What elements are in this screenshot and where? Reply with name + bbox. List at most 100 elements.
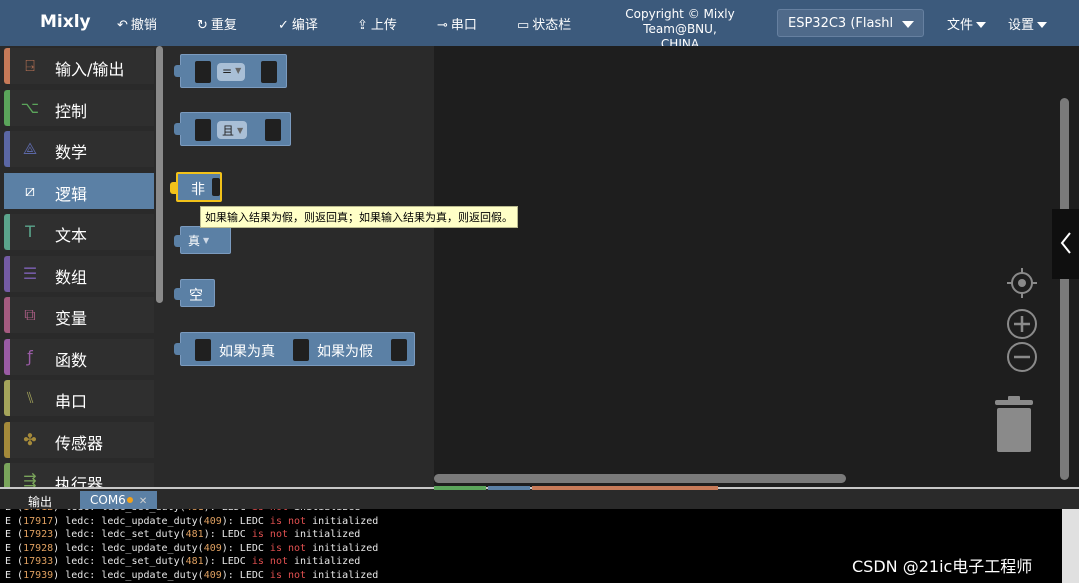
console-text-kw: is not bbox=[252, 509, 288, 513]
console-text-mid: ) ledc: ledc_update_duty( bbox=[53, 570, 204, 581]
chevron-left-icon bbox=[1060, 232, 1071, 254]
value-input-slot bbox=[212, 178, 220, 196]
console-text-post: ): LEDC bbox=[203, 529, 252, 541]
copyright-line-1: Copyright © Mixly Team@BNU, bbox=[625, 7, 735, 36]
sensor-icon: ✤ bbox=[23, 429, 37, 449]
value-input-slot bbox=[293, 339, 309, 361]
logic-negate-block[interactable]: 非 bbox=[170, 172, 222, 202]
list-icon: ☰ bbox=[22, 263, 38, 283]
console-text-line: 481 bbox=[186, 509, 204, 513]
category-item[interactable]: ⧉ 变量 bbox=[4, 297, 154, 333]
category-item[interactable]: T 文本 bbox=[4, 214, 154, 250]
workspace-vertical-scrollbar[interactable] bbox=[1060, 98, 1069, 480]
serial-icon: ⑊ bbox=[25, 388, 35, 407]
upload-button[interactable]: ⇪ 上传 bbox=[357, 14, 397, 33]
settings-menu[interactable]: 设置 bbox=[1008, 14, 1048, 33]
boolean-dropdown[interactable]: 真 ▼ bbox=[185, 231, 214, 249]
status-strip-blue bbox=[488, 486, 530, 490]
block-output-tab bbox=[170, 182, 177, 194]
settings-menu-label: 设置 bbox=[1008, 18, 1035, 33]
tab-output[interactable]: 输出 bbox=[18, 491, 63, 509]
blockly-workspace[interactable]: ⍈ 输入/输出 ⌥ 控制 ⟁ 数学 ⧄ 逻辑 T 文本 ☰ 数组 ⧉ 变量 ƒ 函数 ⑊ 串口 ✤ 传感器 ⇶ 执行器 =… bbox=[0, 46, 1079, 499]
close-icon[interactable]: ✕ bbox=[139, 496, 147, 507]
category-item[interactable]: ⑊ 串口 bbox=[4, 380, 154, 416]
input-output-icon: ⍈ bbox=[25, 56, 35, 75]
logic-operator-dropdown[interactable]: 且 ▼ bbox=[217, 121, 248, 139]
console-text-end: initialized bbox=[306, 542, 379, 554]
top-toolbar: Mixly ↶ 撤销 ↻ 重复 ✓ 编译 ⇪ 上传 ⊸ 串口 ▭ 状态栏 Copyright… bbox=[0, 0, 1079, 51]
console-scrollbar[interactable] bbox=[1062, 509, 1079, 583]
console-text-kw: is not bbox=[251, 556, 288, 568]
recenter-icon[interactable] bbox=[1006, 267, 1038, 299]
category-item[interactable]: ƒ 函数 bbox=[4, 338, 154, 375]
console-text-mid: ) ledc: ledc_set_duty( bbox=[53, 509, 185, 513]
console-text-num: 17939 bbox=[23, 570, 54, 581]
block-flyout: = ▼ 且 ▼ 非 真 ▼ 空 如果为真 如果为假 bbox=[164, 46, 434, 487]
serial-button[interactable]: ⊸ 串口 bbox=[437, 14, 477, 33]
category-label: 变量 bbox=[55, 309, 88, 328]
console-text-prefix: E ( bbox=[5, 509, 23, 513]
board-selector[interactable]: ESP32C3 (Flashl bbox=[777, 9, 924, 37]
category-item[interactable]: ⌥ 控制 bbox=[4, 89, 154, 126]
statusbar-button[interactable]: ▭ 状态栏 bbox=[517, 14, 571, 33]
logic-null-block[interactable]: 空 bbox=[174, 279, 215, 307]
category-item[interactable]: ⍈ 输入/输出 bbox=[4, 48, 154, 84]
board-selector-value: ESP32C3 (Flashl bbox=[788, 16, 894, 31]
category-color-stripe bbox=[4, 172, 10, 209]
console-line: E (17928) ledc: ledc_update_duty(409): L… bbox=[5, 543, 378, 554]
undo-label: 撤销 bbox=[130, 18, 157, 33]
category-item[interactable]: ⧄ 逻辑 bbox=[4, 172, 154, 209]
redo-icon: ↻ bbox=[197, 18, 208, 33]
category-label: 传感器 bbox=[55, 433, 104, 453]
console-text-mid: ) ledc: ledc_update_duty( bbox=[53, 515, 204, 527]
workspace-horizontal-scrollbar[interactable] bbox=[434, 474, 846, 483]
compare-operator-dropdown[interactable]: = ▼ bbox=[217, 63, 246, 81]
category-color-stripe bbox=[4, 214, 10, 250]
logic-compare-block[interactable]: = ▼ bbox=[174, 54, 287, 88]
serial-label: 串口 bbox=[450, 18, 477, 33]
logic-operation-block[interactable]: 且 ▼ bbox=[174, 112, 291, 146]
redo-button[interactable]: ↻ 重复 bbox=[197, 14, 237, 33]
tab-com-port[interactable]: COM6 ✕ bbox=[80, 491, 158, 509]
category-item[interactable]: ⟁ 数学 bbox=[4, 131, 154, 167]
tab-com-port-label: COM6 bbox=[90, 493, 126, 507]
category-color-stripe bbox=[4, 297, 10, 333]
zoom-out-icon[interactable] bbox=[1006, 341, 1038, 373]
math-icon: ⟁ bbox=[22, 139, 38, 158]
tab-output-label: 输出 bbox=[28, 495, 53, 509]
file-menu-label: 文件 bbox=[947, 18, 974, 33]
negate-label: 非 bbox=[191, 182, 205, 198]
console-text-post: ): LEDC bbox=[221, 542, 270, 554]
console-text-end: initialized bbox=[306, 570, 379, 581]
zoom-in-icon[interactable] bbox=[1006, 308, 1038, 340]
status-strip-orange bbox=[532, 486, 718, 490]
side-panel-toggle[interactable] bbox=[1052, 209, 1079, 279]
logic-ternary-block[interactable]: 如果为真 如果为假 bbox=[174, 332, 415, 366]
console-text-line: 481 bbox=[185, 556, 204, 568]
category-color-stripe bbox=[4, 131, 10, 167]
compile-button[interactable]: ✓ 编译 bbox=[278, 14, 318, 33]
block-output-tab bbox=[174, 343, 181, 355]
undo-button[interactable]: ↶ 撤销 bbox=[117, 14, 157, 33]
boolean-value: 真 bbox=[188, 234, 201, 248]
control-icon: ⌥ bbox=[20, 97, 40, 117]
console-text-kw: is not bbox=[251, 529, 288, 541]
file-menu[interactable]: 文件 bbox=[947, 14, 987, 33]
connected-dot-icon bbox=[126, 497, 133, 503]
console-line: E (17923) ledc: ledc_set_duty(481): LEDC… bbox=[5, 529, 360, 540]
app-brand: Mixly bbox=[40, 12, 91, 32]
trash-icon[interactable] bbox=[993, 396, 1035, 454]
console-text-prefix: E ( bbox=[5, 542, 24, 554]
console-tab-bar: 输出 COM6 ✕ bbox=[0, 486, 1079, 509]
toolbox-scrollbar[interactable] bbox=[156, 46, 163, 303]
logic-boolean-block[interactable]: 真 ▼ bbox=[174, 226, 231, 254]
console-text-num: 17917 bbox=[23, 515, 54, 527]
category-item[interactable]: ✤ 传感器 bbox=[4, 421, 154, 458]
console-text-line: 409 bbox=[203, 542, 222, 554]
value-input-slot bbox=[195, 61, 211, 83]
console-text-end: initialized bbox=[287, 556, 361, 568]
category-item[interactable]: ☰ 数组 bbox=[4, 255, 154, 292]
usb-icon: ⊸ bbox=[437, 18, 448, 33]
console-line: E (17939) ledc: ledc_update_duty(409): L… bbox=[5, 570, 378, 581]
caret-down-icon bbox=[976, 22, 987, 28]
